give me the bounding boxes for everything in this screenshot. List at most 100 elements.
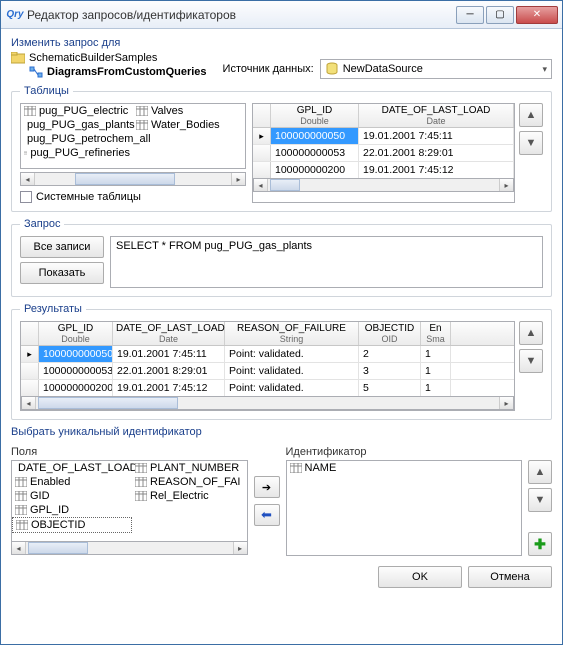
table-item[interactable]: pug_PUG_gas_plants bbox=[21, 118, 133, 132]
database-icon bbox=[325, 62, 339, 76]
field-item[interactable]: Enabled bbox=[12, 475, 132, 489]
datasource-select[interactable]: NewDataSource ▾ bbox=[320, 59, 552, 79]
field-item[interactable]: Rel_Electric bbox=[132, 489, 248, 503]
field-item[interactable]: GPL_ID bbox=[12, 503, 132, 517]
cancel-button[interactable]: Отмена bbox=[468, 566, 552, 588]
remove-field-button[interactable]: ⬅ bbox=[254, 504, 280, 526]
cell-date: 22.01.2001 8:29:01 bbox=[359, 145, 514, 161]
cell: 100000000050 bbox=[39, 346, 113, 362]
table-item-label: Valves bbox=[151, 105, 183, 117]
cell: 100000000053 bbox=[39, 363, 113, 379]
ok-button[interactable]: OK bbox=[378, 566, 462, 588]
system-tables-label: Системные таблицы bbox=[36, 191, 141, 203]
scroll-left-icon[interactable]: ◂ bbox=[22, 397, 36, 409]
cell: 100000000200 bbox=[39, 380, 113, 396]
results-grid[interactable]: GPL_IDDoubleDATE_OF_LAST_LOADDateREASON_… bbox=[20, 321, 515, 411]
folder-icon bbox=[11, 52, 25, 64]
table-item[interactable]: pug_PUG_refineries bbox=[21, 146, 133, 160]
query-fieldset: Запрос Все записи Показать SELECT * FROM… bbox=[11, 218, 552, 297]
fields-label: Поля bbox=[11, 446, 248, 458]
table-item-label: Water_Bodies bbox=[151, 119, 220, 131]
fields-hscrollbar[interactable]: ◂ ▸ bbox=[11, 541, 248, 555]
scroll-left-icon[interactable]: ◂ bbox=[12, 542, 26, 554]
cell: 22.01.2001 8:29:01 bbox=[113, 363, 225, 379]
table-item[interactable]: Water_Bodies bbox=[133, 118, 245, 132]
query-legend: Запрос bbox=[20, 218, 64, 230]
datasource-value: NewDataSource bbox=[343, 63, 423, 75]
scroll-right-icon[interactable]: ▸ bbox=[499, 397, 513, 409]
cell-date: 19.01.2001 7:45:12 bbox=[359, 162, 514, 178]
all-records-button[interactable]: Все записи bbox=[20, 236, 104, 258]
show-button[interactable]: Показать bbox=[20, 262, 104, 284]
cell: 19.01.2001 7:45:11 bbox=[113, 346, 225, 362]
minimize-button[interactable]: ─ bbox=[456, 6, 484, 24]
field-item-label: Enabled bbox=[30, 476, 70, 488]
identifier-item[interactable]: NAME bbox=[287, 461, 407, 475]
move-down-button[interactable]: ▼ bbox=[528, 488, 552, 512]
table-row[interactable]: 10000000005322.01.2001 8:29:01Point: val… bbox=[21, 363, 514, 380]
add-field-button[interactable]: ➔ bbox=[254, 476, 280, 498]
row-handle[interactable] bbox=[21, 363, 39, 379]
scroll-right-icon[interactable]: ▸ bbox=[233, 542, 247, 554]
scroll-right-icon[interactable]: ▸ bbox=[231, 173, 245, 185]
table-item[interactable]: Valves bbox=[133, 104, 245, 118]
row-handle[interactable] bbox=[253, 145, 271, 161]
results-hscrollbar[interactable]: ◂ ▸ bbox=[21, 396, 514, 410]
field-item-label: DATE_OF_LAST_LOAD bbox=[18, 462, 138, 474]
table-item[interactable]: pug_PUG_petrochem_all bbox=[21, 132, 133, 146]
field-item-label: GPL_ID bbox=[30, 504, 69, 516]
move-down-button[interactable]: ▼ bbox=[519, 349, 543, 373]
results-fieldset: Результаты GPL_IDDoubleDATE_OF_LAST_LOAD… bbox=[11, 303, 552, 420]
table-row[interactable]: ▸10000000005019.01.2001 7:45:11Point: va… bbox=[21, 346, 514, 363]
tables-fieldset: Таблицы pug_PUG_electricpug_PUG_gas_plan… bbox=[11, 85, 552, 212]
scroll-thumb[interactable] bbox=[38, 397, 178, 409]
cell: 2 bbox=[359, 346, 421, 362]
table-item[interactable]: pug_PUG_electric bbox=[21, 104, 133, 118]
preview-hscrollbar[interactable]: ◂ ▸ bbox=[253, 178, 514, 192]
scroll-right-icon[interactable]: ▸ bbox=[499, 179, 513, 191]
plus-icon: ✚ bbox=[534, 536, 546, 553]
field-item-label: OBJECTID bbox=[31, 519, 85, 531]
move-up-button[interactable]: ▲ bbox=[528, 460, 552, 484]
fields-listbox[interactable]: DATE_OF_LAST_LOADEnabledGIDGPL_IDOBJECTI… bbox=[11, 460, 248, 542]
cell-gplid: 100000000050 bbox=[271, 128, 359, 144]
scroll-thumb[interactable] bbox=[75, 173, 175, 185]
add-identifier-button[interactable]: ✚ bbox=[528, 532, 552, 556]
tree-child[interactable]: DiagramsFromCustomQueries bbox=[11, 65, 207, 79]
move-down-button[interactable]: ▼ bbox=[519, 131, 543, 155]
query-textarea[interactable]: SELECT * FROM pug_PUG_gas_plants bbox=[110, 236, 543, 288]
tables-listbox[interactable]: pug_PUG_electricpug_PUG_gas_plantspug_PU… bbox=[20, 103, 246, 169]
row-handle[interactable]: ▸ bbox=[253, 128, 271, 144]
table-row[interactable]: 10000000020019.01.2001 7:45:12 bbox=[253, 162, 514, 179]
tables-hscrollbar[interactable]: ◂ ▸ bbox=[20, 172, 246, 186]
tables-legend: Таблицы bbox=[20, 85, 73, 97]
scroll-thumb[interactable] bbox=[28, 542, 88, 554]
titlebar[interactable]: Qry Редактор запросов/идентификаторов ─ … bbox=[1, 1, 562, 29]
table-row[interactable]: ▸10000000005019.01.2001 7:45:11 bbox=[253, 128, 514, 145]
move-up-button[interactable]: ▲ bbox=[519, 103, 543, 127]
table-row[interactable]: 10000000005322.01.2001 8:29:01 bbox=[253, 145, 514, 162]
field-item[interactable]: OBJECTID bbox=[12, 517, 132, 533]
scroll-thumb[interactable] bbox=[270, 179, 300, 191]
field-item[interactable]: REASON_OF_FAI bbox=[132, 475, 248, 489]
field-item-label: GID bbox=[30, 490, 50, 502]
close-button[interactable]: ✕ bbox=[516, 6, 558, 24]
field-item[interactable]: GID bbox=[12, 489, 132, 503]
table-row[interactable]: 10000000020019.01.2001 7:45:12Point: val… bbox=[21, 380, 514, 397]
table-item-label: pug_PUG_electric bbox=[39, 105, 128, 117]
scroll-left-icon[interactable]: ◂ bbox=[254, 179, 268, 191]
row-handle[interactable]: ▸ bbox=[21, 346, 39, 362]
field-item[interactable]: DATE_OF_LAST_LOAD bbox=[12, 461, 132, 475]
field-item[interactable]: PLANT_NUMBER bbox=[132, 461, 248, 475]
identifier-label: Идентификатор bbox=[286, 446, 523, 458]
system-tables-checkbox[interactable] bbox=[20, 191, 32, 203]
maximize-button[interactable]: ▢ bbox=[486, 6, 514, 24]
row-handle[interactable] bbox=[21, 380, 39, 396]
identifier-listbox[interactable]: NAME bbox=[286, 460, 523, 556]
row-handle[interactable] bbox=[253, 162, 271, 178]
tree-root[interactable]: SchematicBuilderSamples bbox=[11, 51, 207, 65]
scroll-left-icon[interactable]: ◂ bbox=[21, 173, 35, 185]
table-preview-grid[interactable]: GPL_IDDouble DATE_OF_LAST_LOADDate ▸1000… bbox=[252, 103, 515, 203]
move-up-button[interactable]: ▲ bbox=[519, 321, 543, 345]
table-item-label: pug_PUG_petrochem_all bbox=[27, 133, 151, 145]
